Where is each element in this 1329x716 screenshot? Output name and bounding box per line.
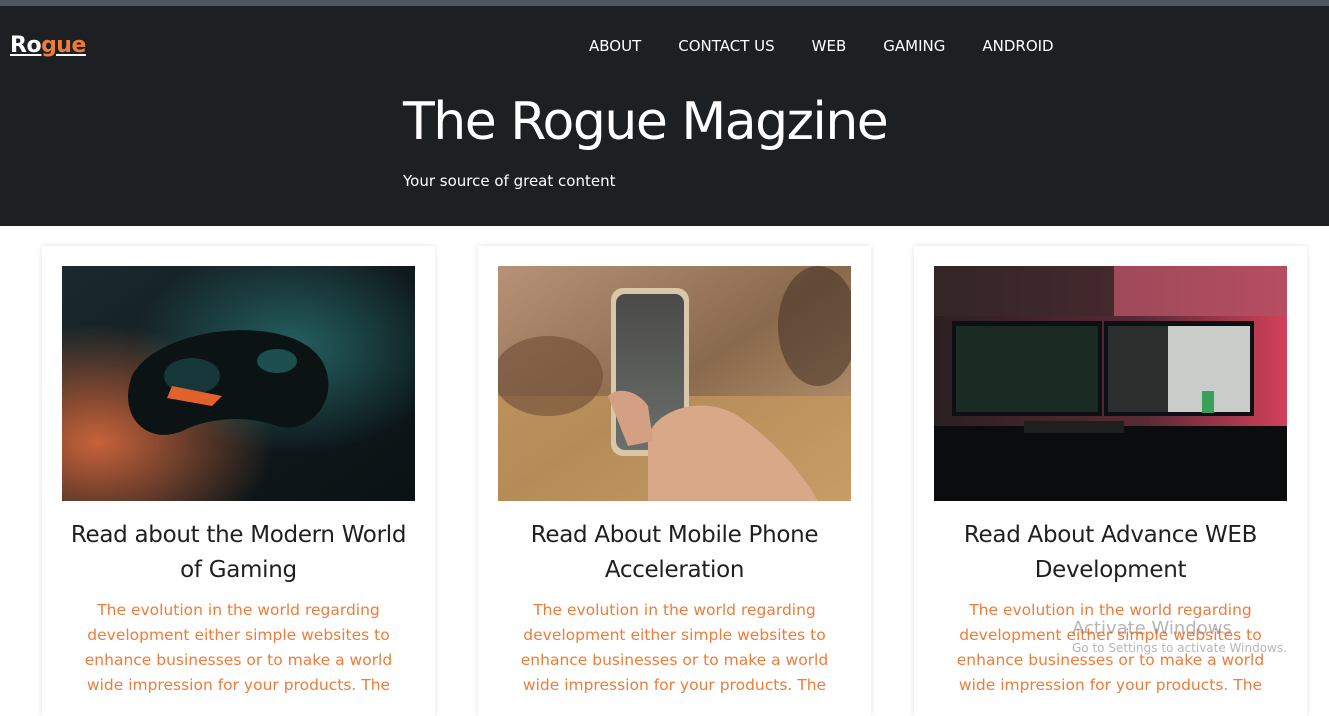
hero-subtitle: Your source of great content: [403, 172, 616, 190]
mobile-phone-image[interactable]: [498, 266, 851, 501]
nav-item-about[interactable]: ABOUT: [589, 37, 641, 55]
card-title-web[interactable]: Read About Advance WEB Development: [934, 518, 1287, 588]
hero-title: The Rogue Magzine: [403, 92, 889, 152]
nav-item-android[interactable]: ANDROID: [982, 37, 1053, 55]
logo-text-part2: gue: [41, 33, 86, 58]
nav-item-web[interactable]: WEB: [812, 37, 847, 55]
watermark-line2: Go to Settings to activate Windows.: [1072, 641, 1287, 655]
card-title-gaming[interactable]: Read about the Modern World of Gaming: [62, 518, 415, 588]
card-description-mobile: The evolution in the world regarding dev…: [520, 601, 829, 694]
windows-activation-watermark: Activate Windows Go to Settings to activ…: [1072, 618, 1287, 655]
main-nav: ABOUT CONTACT US WEB GAMING ANDROID: [589, 37, 1091, 55]
logo-text-part1: Ro: [10, 33, 42, 58]
article-card-gaming[interactable]: Read about the Modern World of Gaming Th…: [42, 246, 435, 716]
watermark-line1: Activate Windows: [1072, 618, 1232, 639]
gaming-controller-image[interactable]: [62, 266, 415, 501]
nav-item-gaming[interactable]: GAMING: [883, 37, 945, 55]
card-title-mobile[interactable]: Read About Mobile Phone Acceleration: [498, 518, 851, 588]
card-description-gaming: The evolution in the world regarding dev…: [84, 601, 393, 694]
article-card-mobile[interactable]: Read About Mobile Phone Acceleration The…: [478, 246, 871, 716]
computer-monitors-image[interactable]: [934, 266, 1287, 501]
site-logo[interactable]: Rogue: [10, 33, 86, 58]
nav-item-contact-us[interactable]: CONTACT US: [678, 37, 774, 55]
site-header: Rogue ABOUT CONTACT US WEB GAMING ANDROI…: [0, 6, 1329, 226]
